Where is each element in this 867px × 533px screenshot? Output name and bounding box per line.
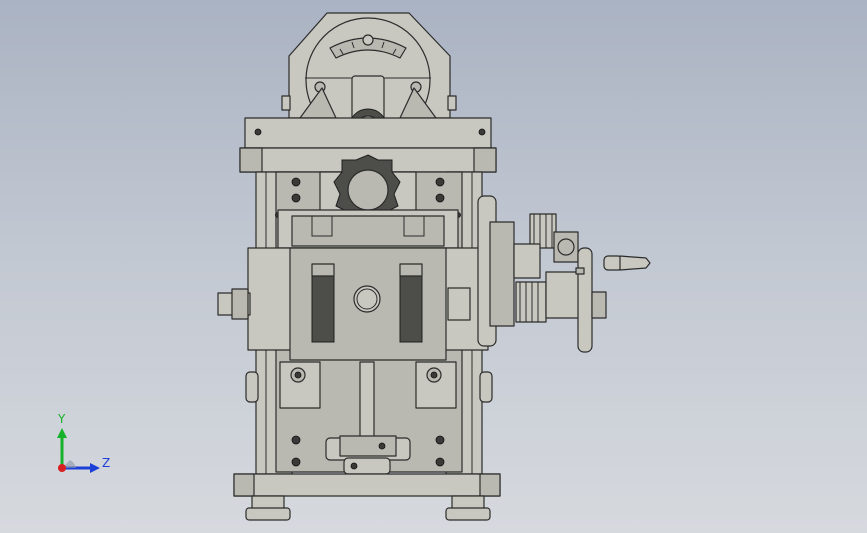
- shaft-housing: [545, 271, 581, 319]
- housing-side-nub-right: [447, 95, 457, 111]
- crank-handle: [619, 255, 651, 271]
- lead-screw: [359, 361, 375, 443]
- center-pin-hole: [353, 285, 381, 313]
- side-knob-right: [479, 371, 493, 403]
- y-axis-arrow-head: [57, 428, 67, 438]
- z-axis-arrow-head: [90, 463, 100, 473]
- coordinate-triad: Y Z: [50, 412, 120, 478]
- handwheel-assembly: [477, 195, 651, 353]
- housing-side-nub-left: [281, 95, 291, 111]
- y-axis-label: Y: [58, 412, 66, 426]
- handwheel: [577, 247, 593, 353]
- z-axis-label: Z: [102, 456, 111, 470]
- assembly-drawing: [217, 12, 651, 521]
- side-knob-left: [245, 371, 259, 403]
- base: [233, 473, 501, 521]
- handwheel-hub: [591, 291, 607, 319]
- dial-pin: [362, 34, 374, 46]
- cad-viewport[interactable]: Y Z: [0, 0, 867, 533]
- crank-base: [603, 255, 623, 271]
- x-axis-dot: [58, 464, 66, 472]
- upper-plate: [244, 117, 492, 149]
- base-plate: [233, 473, 501, 497]
- slot-left: [311, 269, 335, 343]
- slot-right: [399, 269, 423, 343]
